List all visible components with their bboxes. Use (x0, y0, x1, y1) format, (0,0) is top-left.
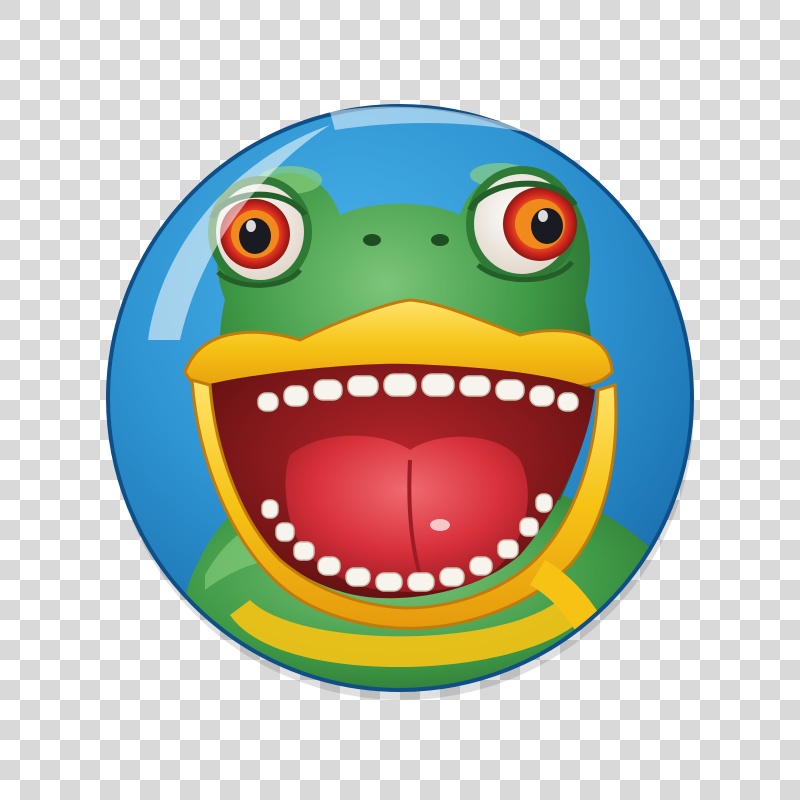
image-canvas (0, 0, 800, 800)
tongue-shine (430, 519, 450, 531)
nostril-left (363, 234, 381, 246)
frog-badge (106, 104, 694, 700)
nostril-right (431, 234, 449, 246)
eye-right (466, 166, 578, 283)
